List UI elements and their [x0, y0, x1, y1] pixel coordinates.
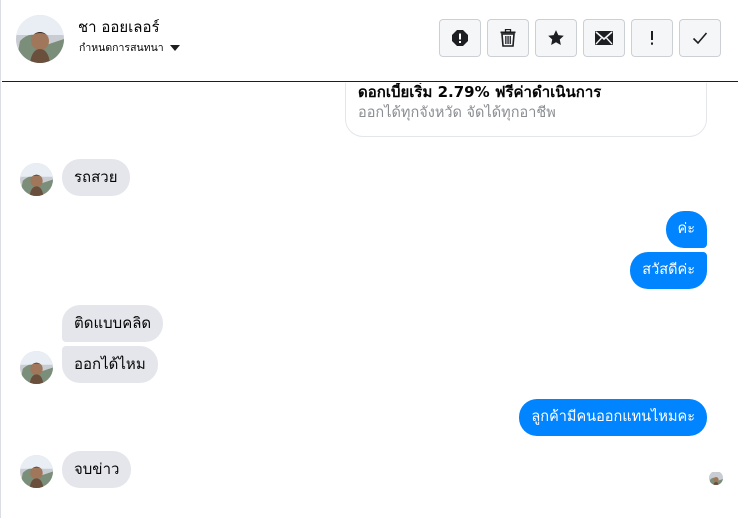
envelope-icon	[595, 31, 613, 45]
delete-button[interactable]	[487, 19, 529, 57]
read-receipt-avatar	[709, 471, 723, 485]
sender-avatar[interactable]	[20, 455, 53, 488]
message-bubble-incoming[interactable]: ติดแบบคลิด	[62, 305, 164, 342]
message-bubble-incoming[interactable]: จบข่าว	[62, 451, 132, 488]
exclamation-icon	[651, 31, 653, 45]
conversation-settings-dropdown[interactable]: กำหนดการสนทนา	[79, 39, 180, 56]
conversation-actions	[439, 19, 721, 57]
star-icon	[548, 30, 564, 45]
conversation-header: ชา ออยเลอร์ กำหนดการสนทนา	[2, 0, 738, 82]
sender-avatar[interactable]	[20, 351, 53, 384]
message-bubble-outgoing[interactable]: ค่ะ	[665, 211, 707, 248]
conversation-panel: ชา ออยเลอร์ กำหนดการสนทนา ดอกเบี้ยเริ่ม …	[0, 0, 738, 518]
caret-down-icon	[169, 45, 180, 51]
mark-unread-button[interactable]	[583, 19, 625, 57]
trash-icon	[500, 29, 516, 47]
star-button[interactable]	[535, 19, 577, 57]
message-bubble-outgoing[interactable]: ลูกค้ามีคนออกแทนไหมคะ	[519, 399, 707, 436]
spam-button[interactable]	[631, 19, 673, 57]
report-button[interactable]	[439, 19, 481, 57]
alert-circle-icon	[452, 30, 468, 46]
message-thread[interactable]: ดอกเบี้ยเริ่ม 2.79% ฟรีค่าดำเนินการ ออกไ…	[2, 83, 738, 518]
done-button[interactable]	[679, 19, 721, 57]
sender-avatar[interactable]	[20, 163, 53, 196]
contact-name: ชา ออยเลอร์	[78, 18, 160, 36]
message-bubble-incoming[interactable]: รถสวย	[62, 159, 130, 196]
message-bubble-outgoing[interactable]: สวัสดีค่ะ	[630, 252, 707, 289]
ad-card[interactable]: ดอกเบี้ยเริ่ม 2.79% ฟรีค่าดำเนินการ ออกไ…	[345, 83, 707, 137]
conversation-settings-label: กำหนดการสนทนา	[79, 42, 164, 54]
message-bubble-incoming[interactable]: ออกได้ไหม	[62, 346, 158, 383]
ad-card-subtitle: ออกได้ทุกจังหวัด จัดได้ทุกอาชีพ	[358, 105, 556, 121]
checkmark-icon	[692, 32, 708, 45]
contact-avatar[interactable]	[16, 15, 64, 63]
